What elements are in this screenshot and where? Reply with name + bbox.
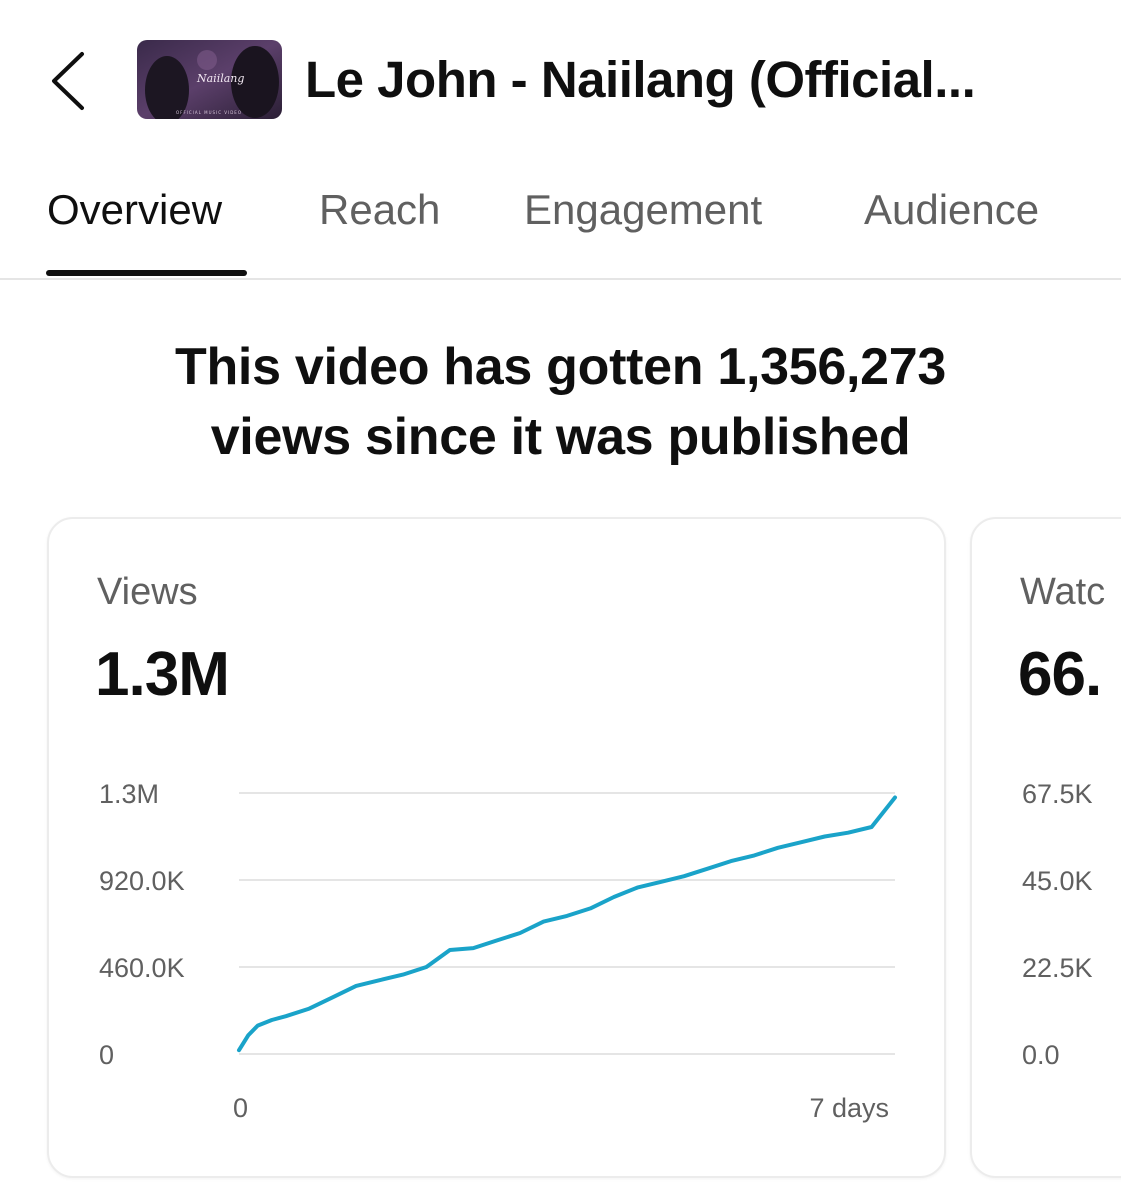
summary-line-1: This video has gotten 1,356,273	[175, 338, 946, 396]
video-title: Le John - Naiilang (Official...	[305, 51, 976, 108]
y-tick-label: 22.5K	[1022, 953, 1093, 983]
chevron-left-icon	[52, 52, 84, 110]
back-button[interactable]	[38, 46, 98, 116]
summary-line-2: views since it was published	[210, 408, 911, 466]
tab-reach[interactable]: Reach	[319, 186, 440, 234]
video-thumbnail[interactable]: Naiilang OFFICIAL MUSIC VIDEO	[137, 40, 282, 119]
watch-time-line-chart: 0.0 22.5K 45.0K 67.5K	[1022, 779, 1093, 1070]
video-analytics-page: Naiilang OFFICIAL MUSIC VIDEO Le John - …	[0, 0, 1121, 1200]
tab-audience[interactable]: Audience	[864, 186, 1039, 234]
tab-bar: Overview Reach Engagement Audience	[0, 168, 1121, 280]
views-series-line	[237, 795, 897, 1053]
y-tick-label: 0	[99, 1040, 114, 1070]
y-tick-label: 67.5K	[1022, 779, 1093, 809]
views-card[interactable]: Views 1.3M 0 460.0K 920.0K 1.3M 0 7 days	[47, 517, 946, 1178]
y-tick-label: 460.0K	[99, 953, 185, 983]
thumbnail-caption-text: OFFICIAL MUSIC VIDEO	[176, 110, 242, 115]
tab-overview[interactable]: Overview	[47, 186, 222, 234]
thumbnail-script-text: Naiilang	[196, 72, 244, 85]
y-tick-label: 0.0	[1022, 1040, 1060, 1070]
y-tick-label: 1.3M	[99, 779, 159, 809]
y-tick-label: 920.0K	[99, 866, 185, 896]
x-tick-label: 7 days	[809, 1093, 889, 1123]
views-summary: This video has gotten 1,356,273 views si…	[0, 332, 1121, 472]
active-tab-indicator	[46, 270, 247, 276]
watch-time-card[interactable]: Watc 66. 0.0 22.5K 45.0K 67.5K	[970, 517, 1121, 1178]
tab-engagement[interactable]: Engagement	[524, 186, 762, 234]
views-line-chart: 0 460.0K 920.0K 1.3M 0 7 days	[99, 779, 897, 1123]
y-tick-label: 45.0K	[1022, 866, 1093, 896]
header: Naiilang OFFICIAL MUSIC VIDEO Le John - …	[0, 0, 1121, 160]
x-tick-label: 0	[233, 1093, 248, 1123]
